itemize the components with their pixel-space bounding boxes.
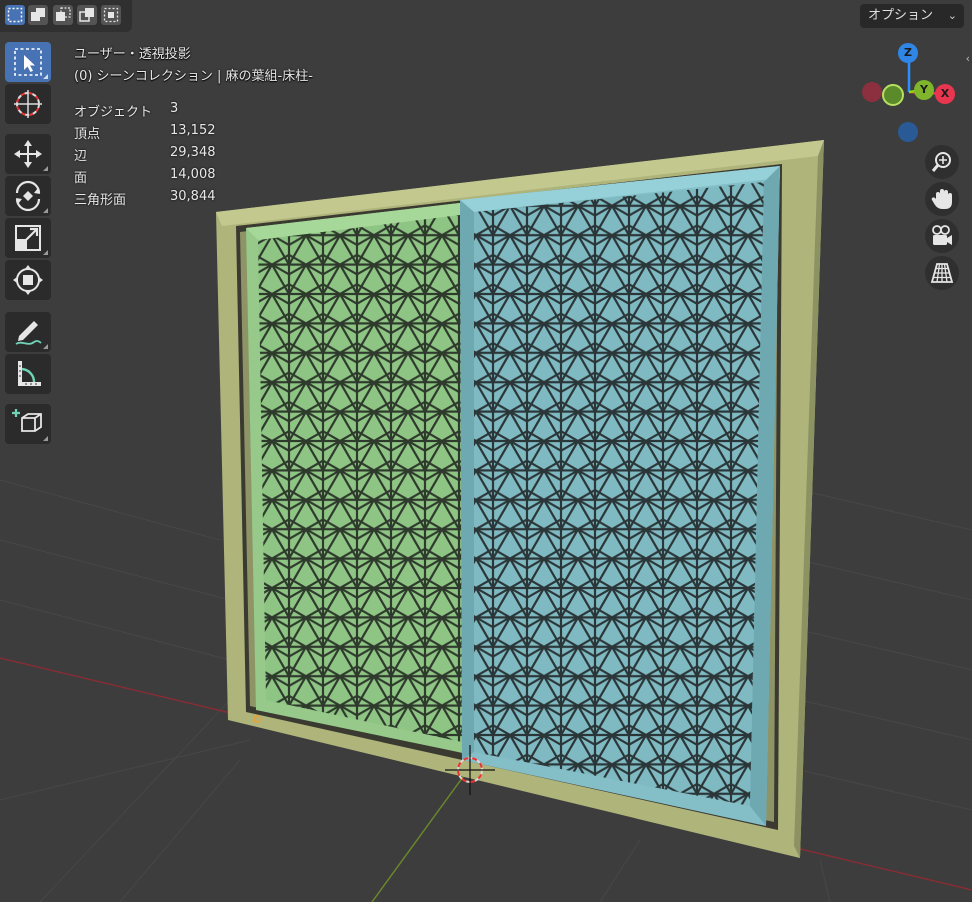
- scene-canvas[interactable]: [0, 0, 972, 902]
- gizmo-neg-x-axis[interactable]: [862, 82, 882, 102]
- chevron-down-icon: ⌄: [947, 9, 957, 22]
- gizmo-y-axis[interactable]: Y: [914, 80, 934, 100]
- 3d-viewport[interactable]: オプション ⌄ ‹ ユーザー・透視投影 (0) シーンコレクション | 麻の葉組…: [0, 0, 972, 902]
- collection-line: (0) シーンコレクション | 麻の葉組-床柱-: [74, 69, 313, 84]
- sidebar-toggle-icon[interactable]: ‹: [966, 52, 970, 65]
- camera-icon[interactable]: [925, 219, 959, 253]
- select-box-invert-icon[interactable]: [77, 5, 97, 25]
- stat-label: オブジェクト: [74, 105, 153, 120]
- scale-icon[interactable]: [5, 218, 51, 258]
- hand-pan-icon[interactable]: [925, 182, 959, 216]
- stat-value: 30,844: [170, 189, 216, 204]
- stat-value: 13,152: [170, 123, 216, 138]
- stat-label: 頂点: [74, 127, 101, 142]
- stat-value: 14,008: [170, 167, 216, 182]
- stat-label: 面: [74, 171, 88, 186]
- select-box-subtract-icon[interactable]: [53, 5, 73, 25]
- annotate-icon[interactable]: [5, 312, 51, 352]
- rotate-icon[interactable]: [5, 176, 51, 216]
- stat-value: 29,348: [170, 145, 216, 160]
- stat-label: 辺: [74, 149, 88, 164]
- y-axis-line: [371, 769, 469, 902]
- select-box-extend-icon[interactable]: [28, 5, 48, 25]
- stat-value: 3: [170, 101, 179, 116]
- add-cube-icon[interactable]: [5, 404, 51, 444]
- select-box-new-icon[interactable]: [5, 5, 25, 25]
- view-name: ユーザー・透視投影: [74, 47, 191, 62]
- zoom-icon[interactable]: [925, 145, 959, 179]
- stat-label: 三角形面: [74, 193, 127, 208]
- gizmo-neg-z-axis[interactable]: [898, 122, 918, 142]
- selection-mode-group: [0, 0, 132, 32]
- options-label: オプション: [868, 8, 934, 23]
- gizmo-z-axis[interactable]: Z: [898, 43, 918, 63]
- cursor-icon[interactable]: [5, 84, 51, 124]
- gizmo-neg-y-axis[interactable]: [882, 84, 904, 106]
- transform-icon[interactable]: [5, 260, 51, 300]
- options-dropdown[interactable]: オプション ⌄: [860, 4, 964, 28]
- gizmo-x-axis[interactable]: X: [935, 84, 955, 104]
- perspective-grid-icon[interactable]: [925, 256, 959, 290]
- measure-icon[interactable]: [5, 354, 51, 394]
- select-box-intersect-icon[interactable]: [101, 5, 121, 25]
- select-box-icon[interactable]: [5, 42, 51, 82]
- move-icon[interactable]: [5, 134, 51, 174]
